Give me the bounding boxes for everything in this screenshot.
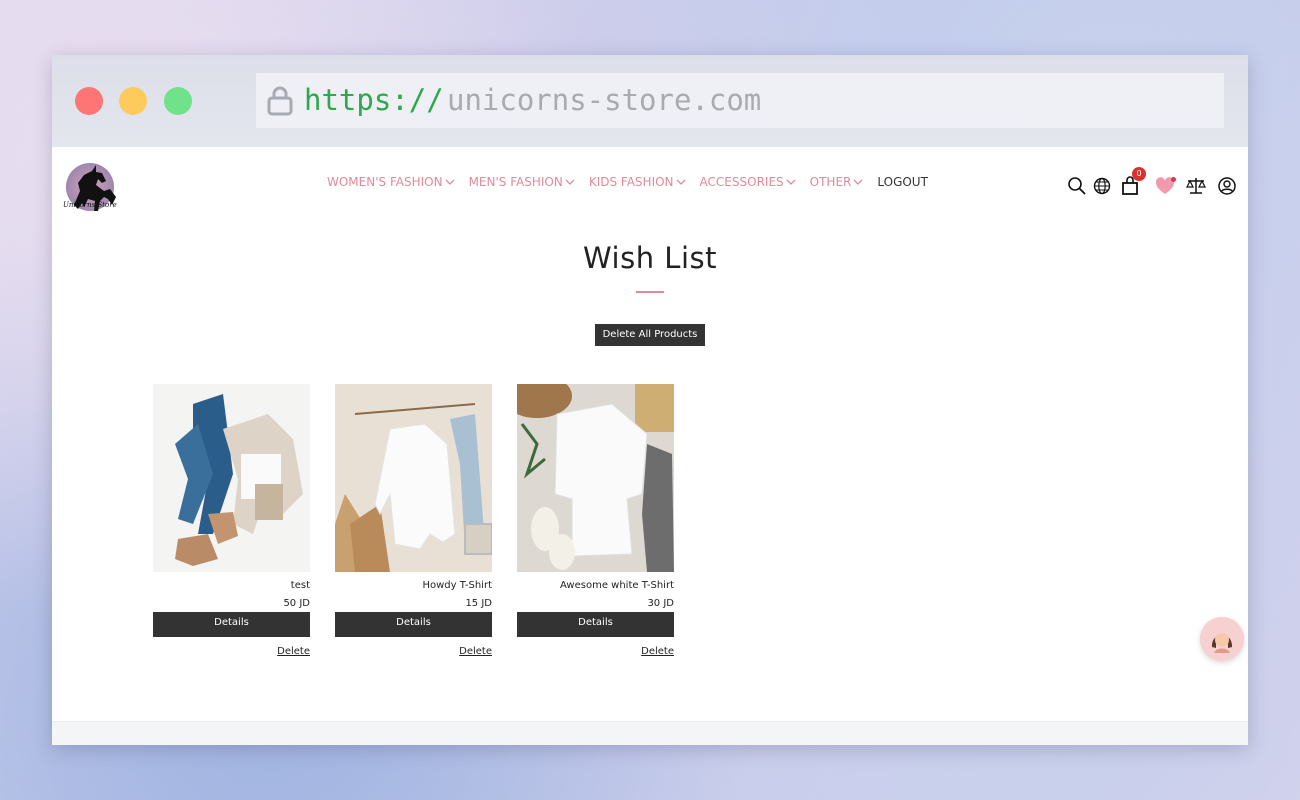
wishlist-indicator-dot [1171,177,1176,182]
address-bar[interactable]: https:// unicorns-store.com [256,73,1224,128]
main-nav: WOMEN'S FASHION MEN'S FASHION KIDS FASHI… [327,175,928,189]
browser-toolbar: https:// unicorns-store.com [52,55,1248,147]
product-name[interactable]: test [153,580,310,594]
url-protocol: https:// [304,83,444,117]
unicorn-logo[interactable]: Unicorns Store [62,161,124,213]
wishlist-product-card: Awesome white T-Shirt 30 JD Details Dele… [502,374,674,657]
nav-womens-fashion[interactable]: WOMEN'S FASHION [327,175,455,189]
maximize-window-button[interactable] [164,87,192,115]
nav-womens-fashion-label: WOMEN'S FASHION [327,175,443,189]
nav-kids-fashion[interactable]: KIDS FASHION [589,175,686,189]
delete-link[interactable]: Delete [335,646,492,657]
product-name[interactable]: Awesome white T-Shirt [517,580,674,594]
product-image[interactable] [335,384,493,572]
minimize-window-button[interactable] [119,87,147,115]
nav-kids-fashion-label: KIDS FASHION [588,175,674,189]
product-price: 30 JD [647,598,674,609]
product-image[interactable] [153,384,310,572]
product-image[interactable] [502,374,674,572]
logout-link[interactable]: LOGOUT [877,175,928,189]
chevron-down-icon [565,179,575,185]
delete-link[interactable]: Delete [517,646,674,657]
delete-all-products-button[interactable]: Delete All Products [595,324,705,346]
chevron-down-icon [676,179,686,185]
wishlist-product-card: Howdy T-Shirt 15 JD Details Delete [335,384,493,657]
globe-icon[interactable] [1091,175,1113,197]
page-title: Wish List [583,241,717,275]
user-account-icon[interactable] [1216,175,1238,197]
chevron-down-icon [786,179,796,185]
nav-mens-fashion-label: MEN'S FASHION [468,175,563,189]
chevron-down-icon [445,179,455,185]
url-host: unicorns-store.com [447,83,762,117]
search-icon[interactable] [1066,175,1088,197]
wishlist-product-card: test 50 JD Details Delete [153,384,310,657]
details-button[interactable]: Details [153,612,310,637]
product-name[interactable]: Howdy T-Shirt [335,580,492,594]
chevron-down-icon [853,179,863,185]
close-window-button[interactable] [75,87,103,115]
nav-accessories-label: ACCESSORIES [699,175,784,189]
nav-other-label: OTHER [809,175,852,189]
product-price: 50 JD [283,598,310,609]
details-button[interactable]: Details [517,612,674,637]
chat-assistant-avatar-icon[interactable] [1200,617,1244,661]
nav-accessories[interactable]: ACCESSORIES [700,175,796,189]
lock-icon [267,86,293,116]
nav-other[interactable]: OTHER [810,175,864,189]
nav-mens-fashion[interactable]: MEN'S FASHION [469,175,575,189]
svg-text:Unicorns Store: Unicorns Store [63,201,117,209]
footer [52,721,1248,745]
logout-label: LOGOUT [877,175,928,189]
details-button[interactable]: Details [335,612,492,637]
compare-scale-icon[interactable] [1185,175,1207,197]
delete-link[interactable]: Delete [153,646,310,657]
title-underline [636,291,664,293]
site-header: Unicorns Store WOMEN'S FASHION MEN'S FAS… [52,147,1248,227]
product-price: 15 JD [465,598,492,609]
cart-count-badge: 0 [1132,167,1146,181]
browser-window: https:// unicorns-store.com Unicorns Sto… [52,55,1248,745]
